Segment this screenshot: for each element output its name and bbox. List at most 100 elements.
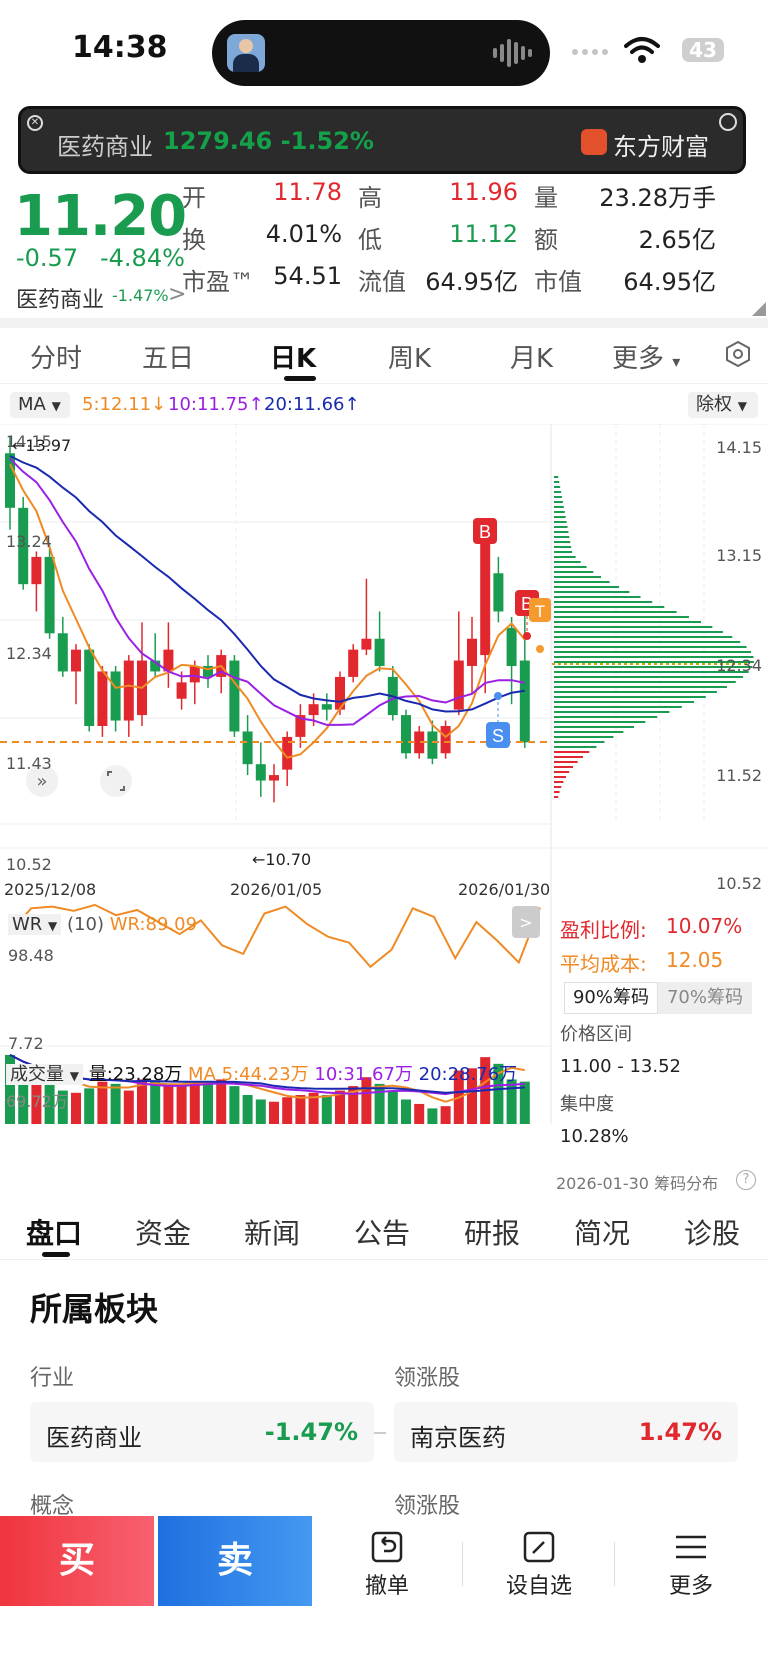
candle	[361, 638, 372, 650]
tab-research[interactable]: 研报	[464, 1212, 520, 1252]
chip-info-panel: 盈利比例: 10.07% 平均成本: 12.05 90%筹码 70%筹码 价格区…	[556, 906, 768, 1194]
volume-bar	[255, 1099, 266, 1124]
y-label-right: 13.15	[716, 546, 762, 565]
volume-bar	[295, 1095, 306, 1124]
ma-selector[interactable]: MA ▼	[10, 392, 70, 418]
more-button[interactable]: 更多	[636, 1530, 746, 1600]
help-icon[interactable]: ?	[736, 1170, 756, 1190]
tab-underline	[284, 376, 316, 381]
tab-news[interactable]: 新闻	[244, 1212, 300, 1252]
volume-bar	[387, 1090, 398, 1124]
tab-five-day[interactable]: 五日	[142, 338, 194, 375]
adjust-selector[interactable]: 除权 ▼	[688, 392, 758, 418]
min-price-label: ←10.70	[252, 850, 312, 869]
app-logo-icon	[581, 129, 607, 155]
cancel-order-button[interactable]: 撤单	[332, 1530, 442, 1600]
gear-icon[interactable]	[719, 113, 737, 131]
volume-bar	[282, 1097, 293, 1124]
close-icon[interactable]: ✕	[27, 115, 43, 131]
tab-daily-k[interactable]: 日K	[270, 338, 316, 375]
t-marker[interactable]: T	[529, 598, 551, 653]
leader-stock-card[interactable]: 南京医药 1.47%	[394, 1402, 738, 1462]
tab-weekly-k[interactable]: 周K	[388, 338, 431, 375]
quote-panel: 11.20 -0.57 -4.84% 医药商业 -1.47% > 开 11.78…	[0, 178, 768, 318]
tab-more[interactable]: 更多 ▾	[612, 338, 680, 375]
add-watchlist-button[interactable]: 设自选	[484, 1530, 594, 1600]
profit-ratio-value: 10.07%	[666, 914, 743, 938]
t-marker-label: T	[535, 602, 545, 621]
sell-marker[interactable]: S	[486, 692, 510, 748]
value-float-cap: 64.95亿	[425, 268, 518, 296]
price-range-label: 价格区间	[560, 1024, 632, 1045]
tab-diagnosis[interactable]: 诊股	[684, 1212, 740, 1252]
wr-expand-button[interactable]: >	[512, 906, 540, 938]
dynamic-island[interactable]	[212, 20, 550, 86]
wr-header: WR ▼ (10) WR:89.09	[8, 914, 197, 935]
y-label-right: 12.34	[716, 656, 762, 675]
price-change: -0.57	[16, 244, 79, 272]
volume-bar	[427, 1108, 438, 1124]
volume-bar	[110, 1083, 121, 1124]
volume-bar	[440, 1106, 451, 1124]
candle	[44, 556, 55, 634]
industry-pct: -1.47%	[112, 286, 169, 305]
volume-bar	[401, 1099, 411, 1124]
tab-orderbook[interactable]: 盘口	[26, 1212, 82, 1252]
value-volume: 23.28万手	[599, 184, 716, 212]
expand-corner-icon[interactable]	[752, 302, 766, 316]
sell-button[interactable]: 卖	[158, 1516, 312, 1606]
y-label-right: 11.52	[716, 766, 762, 785]
tab-funds[interactable]: 资金	[135, 1212, 191, 1252]
candle	[506, 627, 517, 666]
avg-cost-label: 平均成本:	[560, 952, 647, 976]
settings-icon[interactable]	[724, 340, 752, 368]
menu-icon	[676, 1535, 706, 1559]
chip-70-tab[interactable]: 70%筹码	[658, 982, 752, 1014]
volume-bar	[242, 1095, 253, 1124]
candle	[269, 775, 279, 781]
candle	[467, 638, 477, 666]
volume-bar	[84, 1088, 95, 1124]
y-label-right: 10.52	[716, 874, 762, 893]
industry-link[interactable]: 医药商业	[16, 282, 104, 314]
candle	[57, 633, 68, 672]
candle	[493, 573, 504, 612]
y-label-left: 12.34	[6, 644, 52, 663]
chip-90-tab[interactable]: 90%筹码	[564, 982, 658, 1014]
chip-date-label: 2026-01-30 筹码分布	[556, 1174, 719, 1193]
tab-intraday[interactable]: 分时	[30, 338, 82, 375]
tab-announcements[interactable]: 公告	[354, 1212, 410, 1252]
buy-button[interactable]: 买	[0, 1516, 154, 1606]
candle	[308, 704, 319, 716]
label-turnover: 换	[182, 226, 206, 254]
candle	[84, 649, 95, 726]
candle	[453, 660, 464, 710]
battery-icon: 43	[682, 38, 724, 62]
label-open: 开	[182, 184, 206, 212]
volume-bar	[71, 1092, 81, 1124]
value-low: 11.12	[449, 220, 518, 248]
svg-text:>: >	[519, 913, 532, 932]
banner-index-value: 1279.46 -1.52%	[163, 127, 374, 155]
value-amount: 2.65亿	[638, 226, 716, 254]
volume-bar	[414, 1103, 425, 1124]
volume-selector[interactable]: 成交量 ▼	[6, 1064, 83, 1085]
banner-index-name: 医药商业	[57, 133, 153, 161]
volume-bar	[150, 1081, 161, 1124]
value-open: 11.78	[273, 178, 342, 206]
y-label-left: 10.52	[6, 855, 52, 874]
tab-profile[interactable]: 简况	[574, 1212, 630, 1252]
index-ticker-banner[interactable]: ✕ 医药商业 1279.46 -1.52% 东方财富	[18, 106, 746, 174]
fullscreen-button[interactable]	[100, 765, 132, 797]
app-name: 东方财富	[613, 133, 709, 161]
wifi-icon	[624, 37, 660, 63]
wr-selector[interactable]: WR ▼	[8, 914, 62, 935]
x-date-label: 2026/01/30	[458, 880, 551, 899]
candle	[71, 649, 81, 672]
tab-monthly-k[interactable]: 月K	[510, 338, 553, 375]
cellular-signal-icon	[572, 49, 608, 55]
candle	[348, 649, 359, 677]
candle	[519, 660, 530, 743]
industry-card[interactable]: 医药商业 -1.47%	[30, 1402, 374, 1462]
chevron-down-icon: ▾	[672, 352, 681, 371]
